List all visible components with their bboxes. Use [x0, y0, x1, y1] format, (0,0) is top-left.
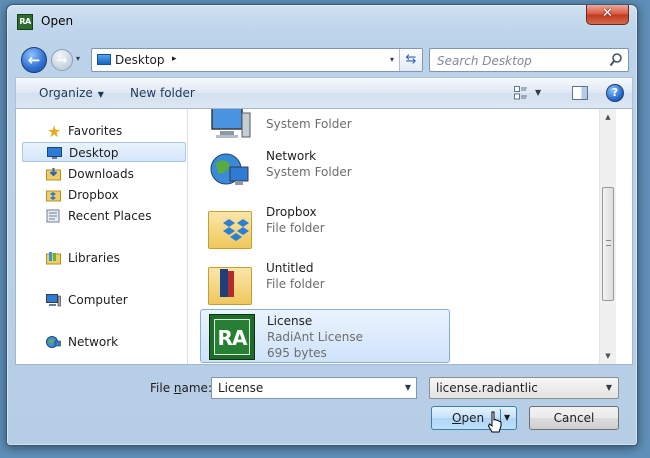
sidebar-item-label: Downloads: [68, 167, 134, 181]
search-input[interactable]: Search Desktop: [437, 54, 532, 68]
sidebar-item-computer[interactable]: Computer: [22, 290, 186, 310]
libraries-icon: [46, 252, 61, 265]
file-name: Dropbox: [266, 205, 317, 219]
desktop-icon: [47, 147, 62, 159]
sidebar-item-favorites[interactable]: ★ Favorites: [22, 121, 186, 141]
mouse-cursor-icon: [488, 411, 502, 433]
folder-content-icon: [228, 271, 234, 297]
network-globe-icon: [210, 153, 249, 185]
content-area: ★ Favorites Desktop Downloads Dropbox Re…: [15, 109, 633, 365]
desktop-icon: [97, 54, 111, 65]
back-button[interactable]: ←: [21, 47, 47, 73]
file-item-network[interactable]: Network System Folder: [200, 145, 450, 199]
dropbox-logo-icon: [223, 219, 249, 241]
downloads-icon: [46, 168, 61, 181]
sidebar-item-label: Favorites: [68, 124, 123, 138]
file-item-license[interactable]: RA License RadiAnt License 695 bytes: [200, 309, 450, 363]
cancel-button[interactable]: Cancel: [529, 406, 619, 430]
search-icon[interactable]: [609, 52, 623, 68]
file-item-dropbox[interactable]: Dropbox File folder: [200, 201, 450, 255]
sidebar-item-network[interactable]: Network: [22, 332, 186, 352]
close-button[interactable]: ✕: [586, 5, 629, 25]
file-type-filter-dropdown-icon[interactable]: ▼: [606, 383, 612, 392]
radiant-license-icon: RA: [209, 314, 255, 360]
radiant-logo: RA: [209, 314, 255, 360]
address-separator-arrow[interactable]: ▸: [172, 54, 177, 64]
file-type: File folder: [266, 221, 325, 235]
computer-icon: [46, 294, 61, 307]
scroll-down-button[interactable]: ▼: [600, 348, 616, 364]
forward-button[interactable]: →: [51, 49, 73, 71]
change-view-icon[interactable]: [514, 86, 528, 100]
sidebar-item-label: Network: [68, 335, 119, 349]
file-name: License: [267, 314, 313, 328]
scroll-thumb[interactable]: [602, 187, 614, 301]
file-type: System Folder: [266, 117, 352, 131]
organize-label: Organize: [39, 86, 93, 100]
open-options-dropdown-button[interactable]: ▼: [504, 413, 510, 422]
file-item-untitled[interactable]: Untitled File folder: [200, 257, 450, 311]
sidebar-item-label: Desktop: [69, 146, 119, 160]
file-type-filter-value: license.radiantlic: [436, 381, 538, 395]
search-box[interactable]: Search Desktop: [429, 48, 629, 72]
network-icon: [46, 336, 61, 348]
file-name-label-part: File: [150, 381, 174, 395]
organize-button[interactable]: Organize ▼: [39, 86, 104, 100]
sidebar-item-downloads[interactable]: Downloads: [22, 164, 186, 184]
radiant-app-icon: RA: [17, 14, 33, 30]
folder-icon: [208, 261, 252, 305]
sidebar-item-recent-places[interactable]: Recent Places: [22, 206, 186, 226]
recent-locations-dropdown[interactable]: ▾: [76, 54, 80, 63]
window-title: Open: [41, 14, 74, 28]
organize-caret-icon: ▼: [97, 90, 104, 99]
address-bar[interactable]: Desktop ▸ ▾ ⇆: [91, 48, 423, 72]
open-label-rest: pen: [461, 411, 485, 425]
command-toolbar: Organize ▼ New folder ▼ ?: [15, 77, 633, 109]
file-name-combobox[interactable]: License ▼: [211, 377, 417, 399]
sidebar-item-label: Dropbox: [68, 188, 119, 202]
navigation-pane: ★ Favorites Desktop Downloads Dropbox Re…: [16, 109, 188, 364]
open-button-label: Open: [452, 411, 484, 425]
computer-icon: [211, 109, 251, 138]
dropbox-icon: [46, 190, 61, 202]
open-dialog-window: RA Open ✕ ← → ▾ Desktop ▸ ▾ ⇆ Search Des…: [6, 4, 638, 446]
file-type: System Folder: [266, 165, 352, 179]
file-size: 695 bytes: [267, 346, 327, 360]
preview-pane-icon[interactable]: [572, 86, 588, 100]
file-name: Network: [266, 149, 317, 163]
refresh-button[interactable]: ⇆: [399, 49, 422, 71]
dropbox-folder-icon: [208, 205, 252, 249]
file-type: RadiAnt License: [267, 330, 363, 344]
file-name-label: File name:: [150, 381, 212, 395]
sidebar-item-label: Libraries: [68, 251, 120, 265]
help-button[interactable]: ?: [606, 84, 624, 102]
folder-content-icon: [220, 269, 228, 297]
sidebar-item-label: Recent Places: [68, 209, 152, 223]
new-folder-button[interactable]: New folder: [130, 86, 195, 100]
vertical-scrollbar[interactable]: ▲ ▼: [599, 109, 616, 364]
address-location[interactable]: Desktop: [115, 53, 165, 67]
file-type: File folder: [266, 277, 325, 291]
scroll-grip-icon: [606, 240, 611, 246]
address-dropdown-button[interactable]: ▾: [390, 55, 394, 64]
file-name: Untitled: [266, 261, 314, 275]
file-name-label-mnemonic: n: [173, 381, 182, 395]
sidebar-item-dropbox[interactable]: Dropbox: [22, 185, 186, 205]
scroll-up-button[interactable]: ▲: [600, 109, 616, 125]
title-bar[interactable]: RA Open ✕: [7, 5, 637, 39]
views-dropdown-button[interactable]: ▼: [535, 88, 541, 97]
sidebar-item-desktop[interactable]: Desktop: [22, 142, 186, 162]
file-type-filter-select[interactable]: license.radiantlic ▼: [429, 377, 619, 399]
radiant-logo-text: RA: [214, 319, 250, 355]
file-list[interactable]: System Folder Network System Folder Drop…: [188, 109, 616, 364]
recent-places-icon: [46, 209, 60, 223]
sidebar-item-label: Computer: [68, 293, 128, 307]
file-name-label-part: ame:: [181, 381, 212, 395]
star-icon: ★: [47, 122, 62, 141]
file-name-field[interactable]: License: [218, 381, 263, 395]
open-button[interactable]: Open ▼: [431, 406, 517, 430]
sidebar-item-libraries[interactable]: Libraries: [22, 248, 186, 268]
file-name-dropdown-button[interactable]: ▼: [405, 383, 411, 392]
